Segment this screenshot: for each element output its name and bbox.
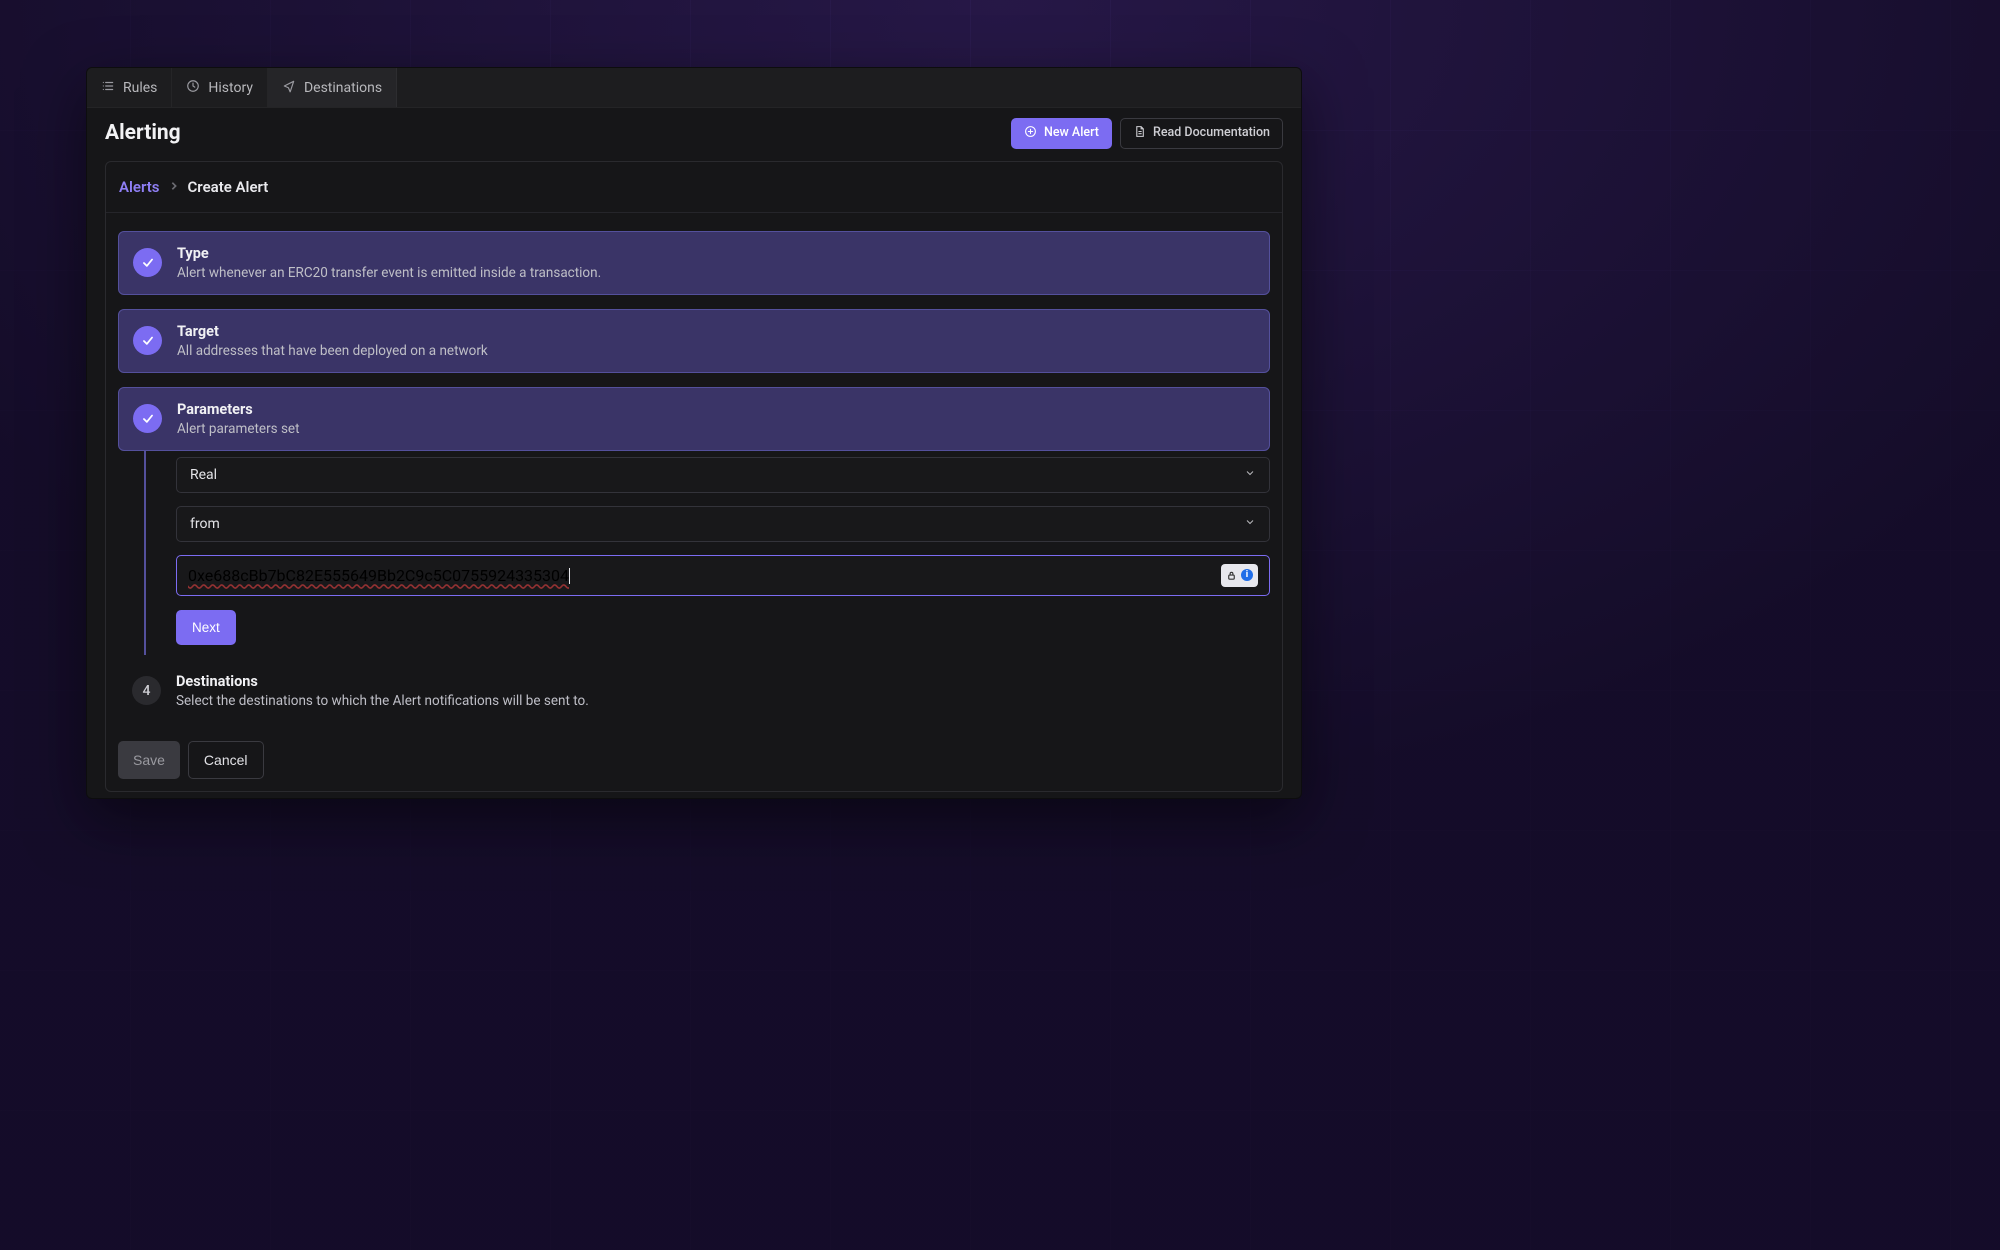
check-icon [133,404,162,433]
save-button[interactable]: Save [118,741,180,779]
step-destinations-text: Destinations Select the destinations to … [176,673,589,709]
info-badge-icon: i [1241,569,1253,581]
step-target-text: Target All addresses that have been depl… [177,323,488,359]
tab-rules-label: Rules [123,80,157,96]
step-number-badge: 4 [132,676,161,705]
new-alert-label: New Alert [1044,127,1099,140]
select-from-value: from [190,516,220,532]
clock-icon [186,79,200,97]
tab-history[interactable]: History [172,68,268,107]
list-icon [101,79,115,97]
address-input[interactable]: 0xe688cBb7bC82E555649Bb2C9c5C07559243353… [188,566,1221,585]
new-alert-button[interactable]: New Alert [1011,118,1112,149]
select-real-value: Real [190,467,217,483]
footer-actions: Save Cancel [118,741,1270,779]
page-header: Alerting New Alert Read Documentation [87,108,1301,161]
tab-rules[interactable]: Rules [87,68,172,107]
select-from[interactable]: from [176,506,1270,542]
check-icon [133,326,162,355]
tab-history-label: History [208,80,253,96]
tabs-bar: Rules History Destinations [87,68,1301,108]
step-destinations-desc: Select the destinations to which the Ale… [176,693,589,709]
step-target-desc: All addresses that have been deployed on… [177,343,488,359]
chevron-down-icon [1244,467,1256,483]
step-destinations[interactable]: 4 Destinations Select the destinations t… [118,663,1270,719]
tab-destinations-label: Destinations [304,80,382,96]
check-icon [133,248,162,277]
content: Alerts Create Alert Type Alert whenever … [87,161,1301,800]
step-target[interactable]: Target All addresses that have been depl… [118,309,1270,373]
cancel-button[interactable]: Cancel [188,741,264,779]
plus-circle-icon [1024,125,1037,142]
breadcrumb: Alerts Create Alert [106,162,1282,213]
step-parameters-text: Parameters Alert parameters set [177,401,300,437]
address-input-value: 0xe688cBb7bC82E555649Bb2C9c5C07559243353… [188,566,569,585]
panel-body: Type Alert whenever an ERC20 transfer ev… [106,213,1282,791]
step-type-title: Type [177,245,601,262]
step-parameters[interactable]: Parameters Alert parameters set [118,387,1270,451]
app-window: Rules History Destinations Alerting New … [86,67,1302,799]
lock-icon [1226,566,1237,585]
address-input-wrap[interactable]: 0xe688cBb7bC82E555649Bb2C9c5C07559243353… [176,555,1270,596]
step-type[interactable]: Type Alert whenever an ERC20 transfer ev… [118,231,1270,295]
chevron-right-icon [170,180,178,194]
step-target-title: Target [177,323,488,340]
page-title: Alerting [105,121,181,145]
select-real[interactable]: Real [176,457,1270,493]
step-parameters-title: Parameters [177,401,300,418]
text-caret [569,568,570,584]
step-parameters-desc: Alert parameters set [177,421,300,437]
step-type-desc: Alert whenever an ERC20 transfer event i… [177,265,601,281]
main-panel: Alerts Create Alert Type Alert whenever … [105,161,1283,792]
chevron-down-icon [1244,516,1256,532]
next-button[interactable]: Next [176,610,236,645]
step-type-text: Type Alert whenever an ERC20 transfer ev… [177,245,601,281]
parameters-form: Real from 0xe688cBb7bC82E555649Bb [144,451,1270,655]
step-destinations-title: Destinations [176,673,589,690]
send-icon [282,79,296,97]
input-security-badge: i [1221,564,1258,587]
header-actions: New Alert Read Documentation [1011,118,1283,149]
breadcrumb-alerts-link[interactable]: Alerts [119,178,160,196]
breadcrumb-current: Create Alert [188,178,269,196]
document-icon [1133,125,1146,142]
read-docs-label: Read Documentation [1153,127,1270,140]
read-docs-button[interactable]: Read Documentation [1120,118,1283,149]
tab-destinations[interactable]: Destinations [268,68,397,107]
